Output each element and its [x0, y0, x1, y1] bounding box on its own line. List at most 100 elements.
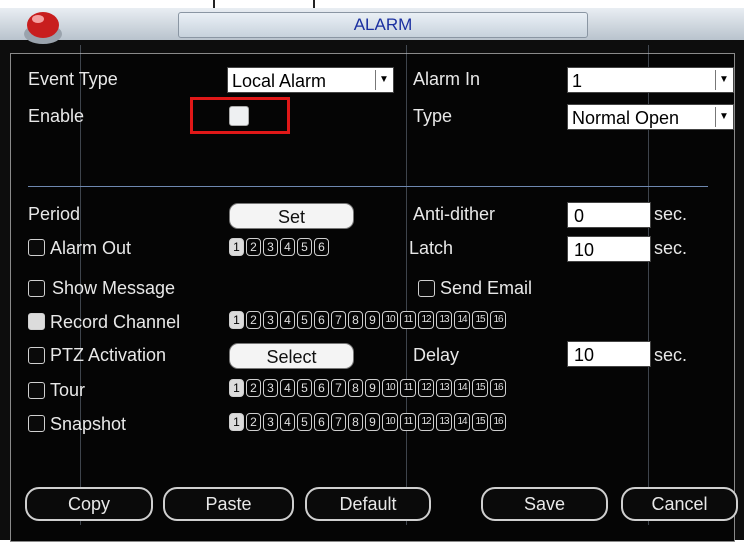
channel-4-toggle[interactable]: 4 [280, 311, 295, 329]
highlight-box [190, 97, 290, 134]
channel-3-toggle[interactable]: 3 [263, 238, 278, 256]
alarm-in-value: 1 [572, 71, 583, 91]
channel-4-toggle[interactable]: 4 [280, 413, 295, 431]
channel-5-toggle[interactable]: 5 [297, 238, 312, 256]
set-button[interactable]: Set [229, 203, 354, 229]
channel-4-toggle[interactable]: 4 [280, 379, 295, 397]
channel-6-toggle[interactable]: 6 [314, 238, 329, 256]
channel-12-toggle[interactable]: 12 [418, 311, 434, 329]
snapshot-channels: 1 2 3 4 5 6 7 8 9 10 11 12 13 14 15 16 [229, 413, 506, 431]
channel-10-toggle[interactable]: 10 [382, 379, 398, 397]
record-channel-label: Record Channel [50, 312, 181, 332]
show-message-checkbox[interactable] [28, 280, 45, 297]
event-type-select[interactable]: Local Alarm ▼ [227, 67, 394, 93]
channel-10-toggle[interactable]: 10 [382, 413, 398, 431]
app-logo-icon [24, 12, 62, 44]
snapshot-checkbox[interactable] [28, 415, 45, 432]
channel-10-toggle[interactable]: 10 [382, 311, 398, 329]
save-button[interactable]: Save [481, 487, 608, 521]
record-channel-checkbox[interactable] [28, 313, 45, 330]
latch-input[interactable]: 10 [567, 236, 651, 262]
grid-line [406, 45, 407, 525]
channel-6-toggle[interactable]: 6 [314, 379, 329, 397]
record-channels: 1 2 3 4 5 6 7 8 9 10 11 12 13 14 15 16 [229, 311, 506, 329]
channel-3-toggle[interactable]: 3 [263, 413, 278, 431]
channel-6-toggle[interactable]: 6 [314, 413, 329, 431]
event-type-label: Event Type [28, 69, 118, 89]
copy-button[interactable]: Copy [25, 487, 153, 521]
channel-1-toggle[interactable]: 1 [229, 238, 244, 256]
channel-2-toggle[interactable]: 2 [246, 413, 261, 431]
channel-5-toggle[interactable]: 5 [297, 379, 312, 397]
title-bar: ALARM [0, 8, 744, 44]
paste-button[interactable]: Paste [163, 487, 294, 521]
channel-15-toggle[interactable]: 15 [472, 311, 488, 329]
type-select[interactable]: Normal Open ▼ [567, 104, 734, 130]
channel-7-toggle[interactable]: 7 [331, 311, 346, 329]
channel-14-toggle[interactable]: 14 [454, 379, 470, 397]
channel-1-toggle[interactable]: 1 [229, 379, 244, 397]
channel-13-toggle[interactable]: 13 [436, 413, 452, 431]
channel-11-toggle[interactable]: 11 [400, 413, 416, 431]
channel-15-toggle[interactable]: 15 [472, 413, 488, 431]
channel-14-toggle[interactable]: 14 [454, 311, 470, 329]
type-value: Normal Open [572, 108, 680, 128]
channel-16-toggle[interactable]: 16 [490, 413, 506, 431]
channel-9-toggle[interactable]: 9 [365, 311, 380, 329]
channel-12-toggle[interactable]: 12 [418, 379, 434, 397]
alarm-in-select[interactable]: 1 ▼ [567, 67, 734, 93]
channel-4-toggle[interactable]: 4 [280, 238, 295, 256]
default-button[interactable]: Default [305, 487, 431, 521]
latch-label: Latch [409, 238, 454, 258]
ptz-activation-checkbox[interactable] [28, 347, 45, 364]
anti-dither-label: Anti-dither [413, 204, 496, 224]
channel-8-toggle[interactable]: 8 [348, 413, 363, 431]
show-message-label: Show Message [52, 278, 176, 298]
sec-unit: sec. [654, 204, 688, 224]
delay-input[interactable]: 10 [567, 341, 651, 367]
select-button[interactable]: Select [229, 343, 354, 369]
divider [28, 186, 708, 187]
enable-label: Enable [28, 106, 85, 126]
chevron-down-icon[interactable]: ▼ [715, 107, 732, 127]
channel-1-toggle[interactable]: 1 [229, 413, 244, 431]
channel-15-toggle[interactable]: 15 [472, 379, 488, 397]
channel-8-toggle[interactable]: 8 [348, 379, 363, 397]
channel-13-toggle[interactable]: 13 [436, 379, 452, 397]
channel-2-toggle[interactable]: 2 [246, 238, 261, 256]
channel-7-toggle[interactable]: 7 [331, 413, 346, 431]
channel-9-toggle[interactable]: 9 [365, 413, 380, 431]
cancel-button[interactable]: Cancel [621, 487, 738, 521]
channel-1-toggle[interactable]: 1 [229, 311, 244, 329]
channel-14-toggle[interactable]: 14 [454, 413, 470, 431]
channel-7-toggle[interactable]: 7 [331, 379, 346, 397]
channel-5-toggle[interactable]: 5 [297, 413, 312, 431]
send-email-checkbox[interactable] [418, 280, 435, 297]
anti-dither-input[interactable]: 0 [567, 202, 651, 228]
channel-8-toggle[interactable]: 8 [348, 311, 363, 329]
delay-label: Delay [413, 345, 460, 365]
channel-16-toggle[interactable]: 16 [490, 379, 506, 397]
tour-checkbox[interactable] [28, 382, 45, 399]
chevron-down-icon[interactable]: ▼ [375, 70, 392, 90]
window-title: ALARM [178, 12, 588, 38]
snapshot-label: Snapshot [50, 414, 127, 434]
channel-3-toggle[interactable]: 3 [263, 379, 278, 397]
ptz-activation-label: PTZ Activation [50, 345, 167, 365]
channel-2-toggle[interactable]: 2 [246, 379, 261, 397]
channel-2-toggle[interactable]: 2 [246, 311, 261, 329]
chevron-down-icon[interactable]: ▼ [715, 70, 732, 90]
channel-5-toggle[interactable]: 5 [297, 311, 312, 329]
channel-13-toggle[interactable]: 13 [436, 311, 452, 329]
channel-11-toggle[interactable]: 11 [400, 311, 416, 329]
alarm-out-checkbox[interactable] [28, 239, 45, 256]
channel-12-toggle[interactable]: 12 [418, 413, 434, 431]
channel-3-toggle[interactable]: 3 [263, 311, 278, 329]
tour-label: Tour [50, 380, 86, 400]
channel-6-toggle[interactable]: 6 [314, 311, 329, 329]
channel-16-toggle[interactable]: 16 [490, 311, 506, 329]
sec-unit: sec. [654, 238, 688, 258]
channel-9-toggle[interactable]: 9 [365, 379, 380, 397]
channel-11-toggle[interactable]: 11 [400, 379, 416, 397]
alarm-in-label: Alarm In [413, 69, 481, 89]
